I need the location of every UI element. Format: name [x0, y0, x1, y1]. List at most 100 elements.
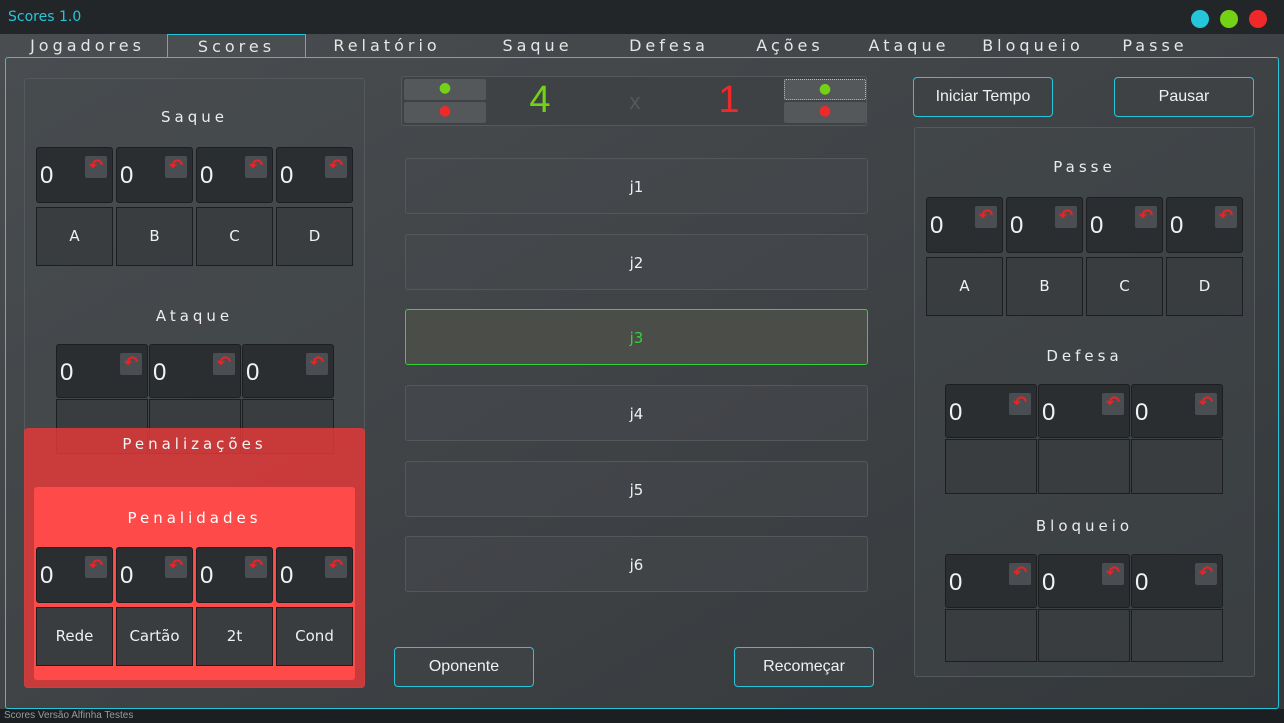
- saque-counter-a: 0 ↶: [36, 147, 113, 203]
- bloqueio-option-3[interactable]: [1131, 609, 1223, 662]
- passe-counter-d: 0 ↶: [1166, 197, 1243, 253]
- defesa-option-3[interactable]: [1131, 439, 1223, 494]
- 2t-button[interactable]: 2t: [196, 607, 273, 666]
- undo-icon[interactable]: ↶: [306, 353, 328, 375]
- passe-c-button[interactable]: C: [1086, 257, 1163, 316]
- penalidade-counter-cond: 0 ↶: [276, 547, 353, 603]
- maximize-button[interactable]: [1220, 10, 1238, 28]
- away-point-remove-button[interactable]: ●: [784, 102, 866, 123]
- undo-icon[interactable]: ↶: [1009, 393, 1031, 415]
- defesa-option-1[interactable]: [945, 439, 1037, 494]
- undo-icon[interactable]: ↶: [165, 556, 187, 578]
- player-button-j3[interactable]: j3: [405, 309, 868, 365]
- undo-icon[interactable]: ↶: [165, 156, 187, 178]
- player-button-j4[interactable]: j4: [405, 385, 868, 441]
- undo-icon[interactable]: ↶: [120, 353, 142, 375]
- defesa-counter-3: 0 ↶: [1131, 384, 1223, 438]
- counter-value: 0: [153, 359, 167, 386]
- undo-icon[interactable]: ↶: [1102, 393, 1124, 415]
- undo-icon[interactable]: ↶: [1215, 206, 1237, 228]
- player-button-j5[interactable]: j5: [405, 461, 868, 517]
- penalidade-counter-cartao: 0 ↶: [116, 547, 193, 603]
- undo-icon[interactable]: ↶: [245, 156, 267, 178]
- score-separator: x: [629, 89, 641, 114]
- close-button[interactable]: [1249, 10, 1267, 28]
- player-button-j6[interactable]: j6: [405, 536, 868, 592]
- defesa-option-2[interactable]: [1038, 439, 1130, 494]
- tab-jogadores[interactable]: Jogadores: [10, 34, 165, 58]
- passe-counter-b: 0 ↶: [1006, 197, 1083, 253]
- bloqueio-option-2[interactable]: [1038, 609, 1130, 662]
- undo-icon[interactable]: ↶: [1102, 563, 1124, 585]
- home-point-remove-button[interactable]: ●: [404, 102, 486, 123]
- penalidades-title: Penalidades: [127, 509, 262, 527]
- pausar-button[interactable]: Pausar: [1114, 77, 1254, 117]
- status-text: Scores Versão Alfinha Testes: [4, 710, 134, 721]
- tab-passe[interactable]: Passe: [1100, 34, 1210, 58]
- counter-value: 0: [60, 359, 74, 386]
- undo-icon[interactable]: ↶: [975, 206, 997, 228]
- saque-c-button[interactable]: C: [196, 207, 273, 266]
- saque-d-button[interactable]: D: [276, 207, 353, 266]
- player-button-j1[interactable]: j1: [405, 158, 868, 214]
- window-title: Scores 1.0: [8, 9, 82, 25]
- counter-value: 0: [930, 212, 944, 239]
- undo-icon[interactable]: ↶: [1009, 563, 1031, 585]
- home-point-add-button[interactable]: ●: [404, 79, 486, 100]
- defesa-title: Defesa: [1046, 347, 1123, 365]
- ataque-title: Ataque: [155, 307, 234, 325]
- undo-icon[interactable]: ↶: [1195, 563, 1217, 585]
- penalidade-counter-2t: 0 ↶: [196, 547, 273, 603]
- counter-value: 0: [40, 162, 54, 189]
- undo-icon[interactable]: ↶: [325, 156, 347, 178]
- recomecar-button[interactable]: Recomeçar: [734, 647, 874, 687]
- counter-value: 0: [200, 162, 214, 189]
- bloqueio-option-1[interactable]: [945, 609, 1037, 662]
- counter-value: 0: [1090, 212, 1104, 239]
- ataque-counter-1: 0 ↶: [56, 344, 148, 398]
- saque-b-button[interactable]: B: [116, 207, 193, 266]
- home-score: 4: [529, 79, 551, 121]
- counter-value: 0: [40, 562, 54, 589]
- bloqueio-counter-2: 0 ↶: [1038, 554, 1130, 608]
- undo-icon[interactable]: ↶: [325, 556, 347, 578]
- saque-a-button[interactable]: A: [36, 207, 113, 266]
- tab-acoes[interactable]: Ações: [735, 34, 845, 58]
- passe-b-button[interactable]: B: [1006, 257, 1083, 316]
- tab-saque[interactable]: Saque: [470, 34, 605, 58]
- undo-icon[interactable]: ↶: [1055, 206, 1077, 228]
- undo-icon[interactable]: ↶: [245, 556, 267, 578]
- oponente-button[interactable]: Oponente: [394, 647, 534, 687]
- undo-icon[interactable]: ↶: [1135, 206, 1157, 228]
- tab-relatorio[interactable]: Relatório: [312, 34, 462, 58]
- cond-button[interactable]: Cond: [276, 607, 353, 666]
- saque-counter-b: 0 ↶: [116, 147, 193, 203]
- saque-counter-c: 0 ↶: [196, 147, 273, 203]
- status-bar: Scores Versão Alfinha Testes: [0, 709, 1284, 723]
- undo-icon[interactable]: ↶: [1195, 393, 1217, 415]
- tab-ataque[interactable]: Ataque: [850, 34, 968, 58]
- tab-scores[interactable]: Scores: [167, 34, 306, 58]
- counter-value: 0: [1042, 569, 1056, 596]
- counter-value: 0: [1135, 399, 1149, 426]
- away-point-add-button[interactable]: ●: [784, 79, 866, 100]
- tab-defesa[interactable]: Defesa: [610, 34, 728, 58]
- passe-a-button[interactable]: A: [926, 257, 1003, 316]
- passe-d-button[interactable]: D: [1166, 257, 1243, 316]
- defesa-counter-2: 0 ↶: [1038, 384, 1130, 438]
- bloqueio-counter-3: 0 ↶: [1131, 554, 1223, 608]
- saque-counter-d: 0 ↶: [276, 147, 353, 203]
- undo-icon[interactable]: ↶: [85, 156, 107, 178]
- counter-value: 0: [1135, 569, 1149, 596]
- passe-counter-a: 0 ↶: [926, 197, 1003, 253]
- player-button-j2[interactable]: j2: [405, 234, 868, 290]
- undo-icon[interactable]: ↶: [213, 353, 235, 375]
- counter-value: 0: [949, 569, 963, 596]
- undo-icon[interactable]: ↶: [85, 556, 107, 578]
- tab-bloqueio[interactable]: Bloqueio: [972, 34, 1094, 58]
- iniciar-tempo-button[interactable]: Iniciar Tempo: [913, 77, 1053, 117]
- cartao-button[interactable]: Cartão: [116, 607, 193, 666]
- rede-button[interactable]: Rede: [36, 607, 113, 666]
- minimize-button[interactable]: [1191, 10, 1209, 28]
- bloqueio-title: Bloqueio: [1035, 517, 1134, 535]
